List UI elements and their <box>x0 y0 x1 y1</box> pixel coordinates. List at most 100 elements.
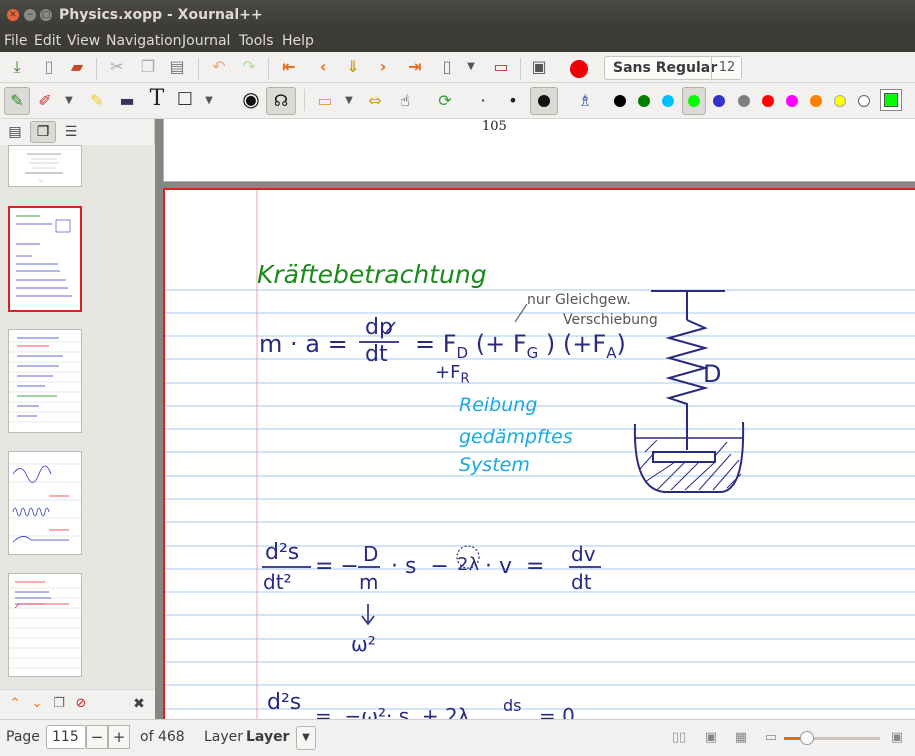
equation1-fg: (+ F <box>475 330 527 358</box>
page-decrement-button[interactable]: − <box>86 725 108 749</box>
color-green[interactable] <box>638 95 650 107</box>
pen-icon[interactable]: ✎ <box>6 91 28 111</box>
page-increment-button[interactable]: + <box>108 725 130 749</box>
pen-size-medium-icon[interactable]: • <box>502 91 524 111</box>
zoom-100-icon[interactable]: ▣ <box>700 728 722 748</box>
fullscreen-icon[interactable]: ▣ <box>528 57 550 77</box>
page-thumbnail[interactable] <box>8 145 82 187</box>
page-thumbnail[interactable] <box>8 329 82 433</box>
tab-layers[interactable]: ☰ <box>60 122 82 142</box>
last-page-icon[interactable]: ⇥ <box>404 57 426 77</box>
redo-icon[interactable]: ↷ <box>238 57 260 77</box>
open-folder-icon[interactable]: ▰ <box>66 57 88 77</box>
font-name: Sans Regular <box>613 60 718 76</box>
chevron-down-icon[interactable]: ▼ <box>58 91 80 111</box>
highlighter-icon[interactable]: ✎ <box>86 91 108 111</box>
equation1-fa-close: ) <box>616 330 626 358</box>
magnet-icon[interactable]: ☊ <box>270 91 292 111</box>
page-thumbnail[interactable] <box>8 573 82 677</box>
close-window-icon[interactable]: ✕ <box>7 9 19 21</box>
move-page-up-icon[interactable]: ⌃ <box>4 694 26 714</box>
move-page-down-icon[interactable]: ⌄ <box>26 694 48 714</box>
zoom-slider[interactable] <box>784 731 880 745</box>
equation2-num: d²s <box>265 540 300 565</box>
color-black[interactable] <box>614 95 626 107</box>
next-page-icon[interactable]: › <box>372 57 394 77</box>
menu-edit[interactable]: Edit <box>34 33 61 49</box>
delete-page-icon[interactable]: ⊘ <box>70 694 92 714</box>
label-gedaempftes: gedämpftes <box>459 426 573 448</box>
color-white[interactable] <box>858 95 870 107</box>
paste-icon[interactable]: ▤ <box>166 57 188 77</box>
eraser-icon[interactable]: ✐ <box>34 91 56 111</box>
previous-page-icon[interactable]: ‹ <box>312 57 334 77</box>
status-bar: Page 115 − + of 468 Layer Layer 1 ▼ ▯▯ ▣… <box>0 719 915 756</box>
copy-page-icon[interactable]: ❐ <box>48 694 70 714</box>
color-yellow[interactable] <box>834 95 846 107</box>
insert-page-icon[interactable]: ▯ <box>436 57 458 77</box>
menu-help[interactable]: Help <box>282 33 314 49</box>
color-lime[interactable] <box>688 95 700 107</box>
note-gleichgewicht: nur Gleichgew. <box>527 292 631 308</box>
menu-view[interactable]: View <box>67 33 100 49</box>
chevron-down-icon[interactable]: ▼ <box>198 91 220 111</box>
zoom-out-icon[interactable]: ▭ <box>760 728 782 748</box>
menu-tools[interactable]: Tools <box>239 33 274 49</box>
thumbnail-list[interactable] <box>0 145 155 689</box>
equation2-s: · s − <box>391 554 449 579</box>
delete-page-icon[interactable]: ▭ <box>490 57 512 77</box>
tab-table-of-contents[interactable]: ▤ <box>4 122 26 142</box>
page-label: Page <box>6 729 40 745</box>
copy-icon[interactable]: ❐ <box>137 57 159 77</box>
color-red[interactable] <box>762 95 774 107</box>
maximize-window-icon[interactable]: □ <box>40 9 52 21</box>
chevron-down-icon[interactable]: ▼ <box>460 57 482 77</box>
color-orange[interactable] <box>810 95 822 107</box>
page-total: of 468 <box>140 729 185 745</box>
color-blue[interactable] <box>713 95 725 107</box>
color-gray[interactable] <box>738 95 750 107</box>
custom-color-button[interactable] <box>880 89 902 111</box>
font-size: 12 <box>711 57 742 79</box>
chevron-down-icon[interactable]: ▼ <box>338 91 360 111</box>
zoom-in-icon[interactable]: ▣ <box>886 728 908 748</box>
rect-select-icon[interactable]: ▭ <box>314 91 336 111</box>
menu-journal[interactable]: Journal <box>182 33 230 49</box>
pen-size-fine-icon[interactable]: · <box>472 91 494 111</box>
zoom-fit-icon[interactable]: ▦ <box>730 728 752 748</box>
new-page-icon[interactable]: ▯ <box>38 57 60 77</box>
hand-icon[interactable]: ☝ <box>394 91 416 111</box>
menu-file[interactable]: File <box>4 33 27 49</box>
page-number-input[interactable]: 115 <box>46 725 86 749</box>
undo-icon[interactable]: ↶ <box>208 57 230 77</box>
layer-dropdown[interactable]: ▼ <box>296 726 316 750</box>
document-canvas[interactable]: 105 Kräftebetrachtung nur Gleichgew. Ver… <box>155 119 915 719</box>
goto-page-icon[interactable]: ⇓ <box>342 57 364 77</box>
save-icon[interactable]: ⤓ <box>6 57 28 77</box>
two-pages-icon[interactable]: ▯▯ <box>668 728 690 748</box>
minimize-window-icon[interactable]: − <box>24 9 36 21</box>
text-tool-icon[interactable]: T <box>146 88 168 110</box>
page-thumbnail-selected[interactable] <box>8 206 82 312</box>
shape-rectangle-icon[interactable]: ☐ <box>174 90 196 110</box>
color-magenta[interactable] <box>786 95 798 107</box>
ruler-icon[interactable]: ◉ <box>240 89 262 109</box>
zoom-slider-handle[interactable] <box>800 731 814 745</box>
current-page[interactable]: Kräftebetrachtung nur Gleichgew. Verschi… <box>163 188 915 719</box>
vertical-space-icon[interactable]: ⇔ <box>364 91 386 111</box>
record-icon[interactable] <box>570 60 588 78</box>
font-selector[interactable]: Sans Regular 12 <box>604 56 742 80</box>
menu-navigation[interactable]: Navigation <box>106 33 182 49</box>
first-page-icon[interactable]: ⇤ <box>278 57 300 77</box>
close-sidebar-icon[interactable]: ✖ <box>128 694 150 714</box>
omega-squared: ω² <box>351 632 376 656</box>
cut-icon[interactable]: ✂ <box>106 57 128 77</box>
note-verschiebung: Verschiebung <box>563 312 658 328</box>
equation1-frac-den: dt <box>365 342 388 367</box>
color-lightblue[interactable] <box>662 95 674 107</box>
refresh-icon[interactable]: ⟳ <box>434 91 456 111</box>
page-thumbnail[interactable] <box>8 451 82 555</box>
image-icon[interactable]: ▬ <box>116 91 138 111</box>
fill-icon[interactable]: ♗ <box>574 91 596 111</box>
equation2-d: D <box>363 542 379 566</box>
